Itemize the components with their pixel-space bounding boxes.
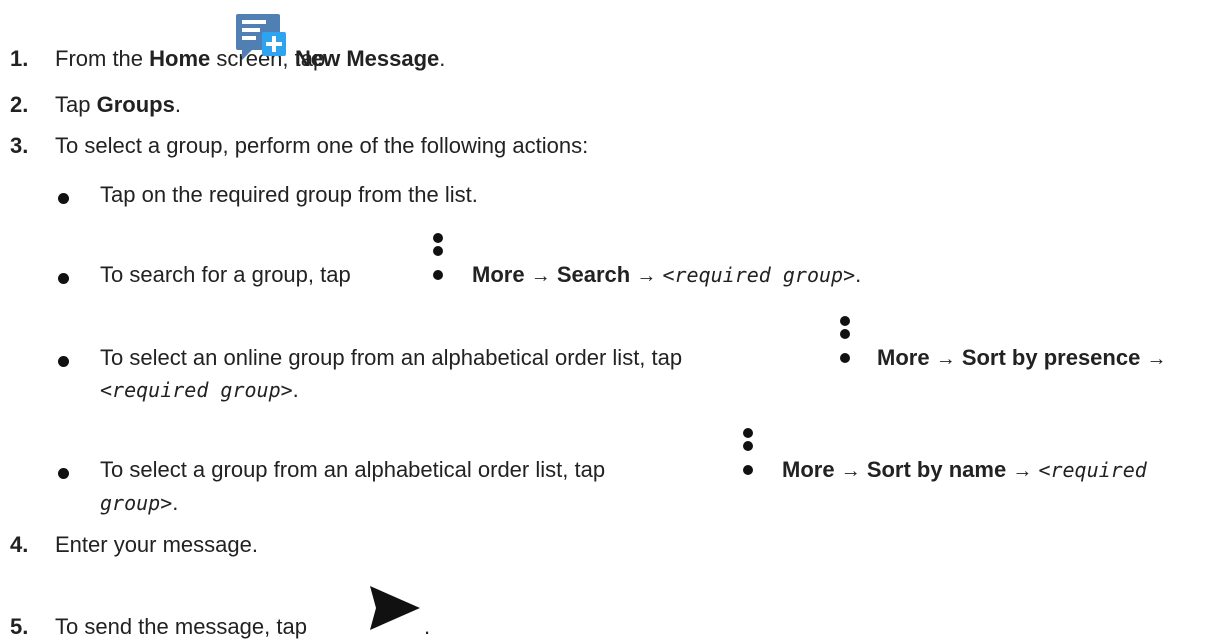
bullet-4-line2: group>.	[100, 488, 178, 518]
sort-by-name-label: Sort by name	[866, 457, 1007, 482]
bullet-text: To select an online group from an alphab…	[100, 345, 683, 370]
bullet-2-action: More → Search → <required group>.	[472, 260, 861, 291]
required-group: <required	[1038, 458, 1147, 482]
step-5-suffix: .	[424, 612, 430, 642]
more-vert-icon	[835, 316, 855, 372]
more-label: More	[877, 345, 930, 370]
bullet-dot	[58, 193, 69, 204]
arrow-icon: →	[840, 460, 861, 482]
arrow-icon: →	[1146, 348, 1167, 370]
bullet-suffix: .	[292, 377, 299, 402]
bullet-dot	[58, 356, 69, 367]
required-group: <required group>	[100, 378, 293, 402]
step-1-action: New Message.	[295, 44, 445, 74]
step-number: 2.	[10, 92, 29, 117]
step-text: To select a group, perform one of the fo…	[55, 133, 589, 158]
step-number: 4.	[10, 532, 29, 557]
step-number: 1.	[10, 46, 29, 71]
step-prefix: Tap	[55, 92, 97, 117]
bullet-suffix: .	[855, 262, 862, 287]
bullet-dot	[58, 273, 69, 284]
step-prefix: From the	[55, 46, 150, 71]
bullet-3-line2: <required group>.	[100, 375, 299, 405]
step-suffix: .	[424, 614, 431, 639]
step-text: To send the message, tap	[55, 614, 307, 639]
bullet-suffix: .	[172, 490, 179, 515]
home-label: Home	[149, 46, 211, 71]
required-group-continued: group>	[100, 491, 173, 515]
bullet-dot	[58, 468, 69, 479]
step-suffix: .	[439, 46, 446, 71]
groups-label: Groups	[96, 92, 175, 117]
send-icon	[368, 584, 422, 632]
sort-by-presence-label: Sort by presence	[961, 345, 1141, 370]
bullet-text: To search for a group, tap	[100, 260, 351, 290]
new-message-label: New Message	[295, 46, 440, 71]
more-label: More	[472, 262, 525, 287]
bullet-4-action: More → Sort by name → <required	[782, 455, 1147, 486]
search-label: Search	[556, 262, 631, 287]
arrow-icon: →	[530, 265, 551, 287]
step-suffix: .	[174, 92, 181, 117]
step-text: Tap Groups.	[55, 90, 181, 120]
arrow-icon: →	[935, 348, 956, 370]
more-label: More	[782, 457, 835, 482]
step-text: Enter your message.	[55, 532, 258, 557]
more-vert-icon	[738, 428, 758, 484]
bullet-text: Tap on the required group from the list.	[100, 182, 478, 207]
arrow-icon: →	[1012, 460, 1033, 482]
step-number: 3.	[10, 133, 29, 158]
new-message-icon	[234, 10, 290, 62]
more-vert-icon	[428, 233, 448, 289]
arrow-icon: →	[636, 265, 657, 287]
step-number: 5.	[10, 614, 29, 639]
bullet-prefix: To search for a group, tap	[100, 262, 351, 287]
required-group: <required group>	[662, 263, 856, 287]
bullet-text: To select a group from an alphabetical o…	[100, 457, 606, 482]
bullet-3-action: More → Sort by presence →	[877, 343, 1166, 374]
